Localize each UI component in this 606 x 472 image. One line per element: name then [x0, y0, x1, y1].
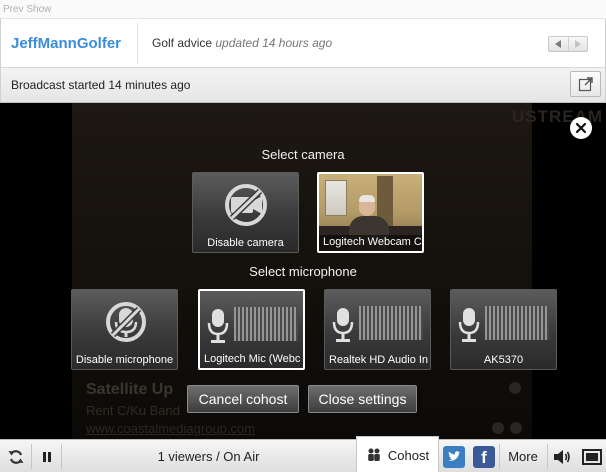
prev-show-strip[interactable]: Prev Show: [0, 0, 606, 19]
popout-icon: [578, 77, 593, 92]
show-nav-arrows: [548, 36, 588, 52]
pause-icon: [42, 451, 51, 462]
popout-button[interactable]: [570, 71, 601, 97]
next-show-button[interactable]: [567, 37, 588, 51]
speaker-icon: [554, 449, 570, 464]
show-updated-text: updated 14 hours ago: [215, 36, 333, 50]
logitech-webcam-option[interactable]: Logitech Webcam C: [317, 172, 424, 253]
background-ad-link: www.coastalmediagroup.com: [86, 421, 256, 436]
twitter-icon: [443, 445, 465, 468]
logitech-mic-option[interactable]: Logitech Mic (Webc: [198, 289, 305, 370]
realtek-audio-option[interactable]: Realtek HD Audio In: [324, 289, 431, 370]
mic-icon: [458, 308, 480, 342]
channel-name-link[interactable]: JeffMannGolfer: [11, 35, 121, 52]
twitter-share-button[interactable]: [441, 440, 467, 472]
show-title-text: Golf advice: [152, 36, 213, 50]
close-settings-x-button[interactable]: [570, 117, 592, 139]
disable-microphone-option[interactable]: Disable microphone: [71, 289, 178, 370]
refresh-icon: [8, 449, 23, 464]
ad-dot-icon: [510, 422, 522, 434]
refresh-button[interactable]: [0, 440, 31, 472]
audio-level-meter: [234, 307, 298, 341]
show-header: JeffMannGolfer Golf advice updated 14 ho…: [0, 19, 606, 68]
previous-show-button[interactable]: [549, 37, 568, 51]
facebook-icon: f: [473, 445, 495, 468]
player-control-bar: 1 viewers / On Air Cohost f More: [0, 436, 606, 472]
facebook-share-button[interactable]: f: [471, 440, 497, 472]
pause-button[interactable]: [32, 440, 61, 472]
webcam-person-hair: [359, 195, 375, 202]
disable-microphone-label: Disable microphone: [75, 354, 174, 366]
ad-close-dot-icon: [509, 382, 521, 394]
prev-show-link[interactable]: Prev Show: [3, 4, 51, 15]
fullscreen-icon: [581, 448, 602, 465]
viewer-count: 1 viewers / On Air: [157, 449, 260, 464]
select-camera-heading: Select camera: [261, 147, 345, 162]
audio-level-meter: [359, 306, 423, 340]
broadcast-status: Broadcast started 14 minutes ago: [11, 78, 191, 92]
disable-camera-label: Disable camera: [207, 237, 284, 249]
show-title: Golf advice updated 14 hours ago: [152, 36, 332, 50]
volume-button[interactable]: [548, 440, 576, 472]
disable-camera-option[interactable]: Disable camera: [192, 172, 299, 253]
webcam-window-shape: [325, 180, 347, 216]
mic-icon: [207, 309, 229, 343]
people-icon: [368, 448, 380, 461]
broadcast-bar: Broadcast started 14 minutes ago: [0, 68, 606, 103]
close-settings-button[interactable]: Close settings: [308, 385, 417, 413]
arrow-right-icon: [574, 40, 581, 48]
camera-off-icon: [225, 184, 267, 226]
ak5370-option[interactable]: AK5370: [450, 289, 557, 370]
ad-dot-icon: [492, 422, 504, 434]
fullscreen-button[interactable]: [577, 440, 606, 472]
header-divider: [137, 23, 138, 64]
background-ad-body: Rent C/Ku Band: [86, 403, 180, 418]
mic-off-icon: [106, 302, 146, 342]
more-button[interactable]: More: [500, 440, 546, 472]
video-player[interactable]: USTREAM Satellite Up Rent C/Ku Band www.…: [0, 103, 606, 439]
close-icon: [575, 122, 587, 134]
select-microphone-heading: Select microphone: [249, 264, 357, 279]
logitech-mic-label: Logitech Mic (Webc: [204, 353, 301, 365]
arrow-left-icon: [555, 40, 562, 48]
audio-level-meter: [485, 306, 549, 340]
realtek-audio-label: Realtek HD Audio In: [329, 354, 429, 366]
background-ad-headline: Satellite Up: [86, 381, 174, 398]
cohost-label: Cohost: [387, 447, 430, 463]
cohost-button[interactable]: Cohost: [356, 436, 439, 472]
ak5370-label: AK5370: [483, 354, 524, 366]
logitech-webcam-label: Logitech Webcam C: [323, 236, 422, 248]
cancel-cohost-button[interactable]: Cancel cohost: [187, 385, 299, 413]
player-widget: Prev Show JeffMannGolfer Golf advice upd…: [0, 0, 606, 472]
mic-icon: [332, 308, 354, 342]
